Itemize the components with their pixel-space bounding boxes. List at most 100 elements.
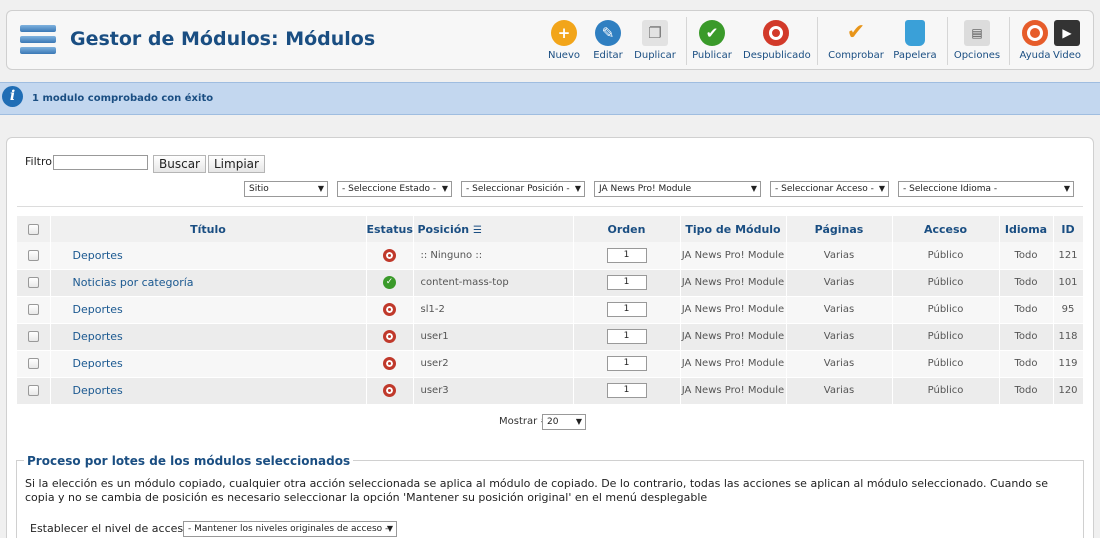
header-pages[interactable]: Páginas bbox=[786, 216, 893, 242]
trash-button[interactable]: Papelera bbox=[884, 17, 946, 67]
row-order-cell: 1 bbox=[573, 242, 681, 270]
module-type-select-value: JA News Pro! Module bbox=[599, 184, 692, 194]
state-select[interactable]: - Seleccione Estado - ▼ bbox=[337, 181, 452, 197]
search-button[interactable]: Buscar bbox=[153, 155, 206, 173]
module-title-link[interactable]: Deportes bbox=[51, 303, 123, 316]
check-in-button[interactable]: ✔ Comprobar bbox=[821, 17, 891, 67]
row-checkbox[interactable] bbox=[27, 303, 39, 315]
row-position: user2 bbox=[413, 350, 574, 378]
system-message: i 1 modulo comprobado con éxito bbox=[0, 82, 1100, 115]
row-checkbox[interactable] bbox=[27, 249, 39, 261]
chevron-down-icon: ▼ bbox=[1063, 184, 1070, 193]
chevron-down-icon: ▼ bbox=[441, 184, 448, 193]
row-status-cell bbox=[366, 242, 414, 270]
access-select[interactable]: - Seleccionar Acceso - ▼ bbox=[770, 181, 889, 197]
video-button[interactable]: ▶ Video bbox=[1042, 17, 1092, 67]
table-row: Deportes sl1-2 1 JA News Pro! Module Varias P… bbox=[17, 296, 1084, 324]
row-type: JA News Pro! Module bbox=[680, 377, 787, 405]
module-title-link[interactable]: Noticias por categoría bbox=[51, 276, 194, 289]
unpublished-icon[interactable] bbox=[383, 330, 396, 343]
row-title-cell: Deportes bbox=[50, 242, 367, 270]
row-checkbox[interactable] bbox=[27, 330, 39, 342]
trash-label: Papelera bbox=[893, 50, 937, 61]
unpublished-icon[interactable] bbox=[383, 248, 396, 262]
header-language[interactable]: Idioma bbox=[999, 216, 1054, 242]
header-position[interactable]: Posición ☰ bbox=[413, 216, 574, 242]
order-input[interactable]: 1 bbox=[606, 356, 647, 371]
module-title-link[interactable]: Deportes bbox=[51, 357, 123, 370]
limit-select[interactable]: 20 ▼ bbox=[542, 414, 586, 430]
table-row: Noticias por categoría ✓ content-mass-top 1… bbox=[17, 269, 1084, 297]
row-checkbox-cell bbox=[17, 350, 51, 378]
publish-button[interactable]: ✔ Publicar bbox=[681, 17, 743, 67]
module-title-link[interactable]: Deportes bbox=[51, 330, 123, 343]
options-button[interactable]: ▤ Opciones bbox=[946, 17, 1008, 67]
row-title-cell: Deportes bbox=[50, 296, 367, 324]
unpublish-button[interactable]: Despublicado bbox=[743, 17, 811, 67]
header-type[interactable]: Tipo de Módulo bbox=[680, 216, 787, 242]
filter-input[interactable] bbox=[53, 155, 148, 170]
row-id: 120 bbox=[1053, 377, 1084, 405]
client-select[interactable]: Sitio ▼ bbox=[244, 181, 328, 197]
row-pages: Varias bbox=[786, 242, 893, 270]
row-access: Público bbox=[892, 350, 1000, 378]
row-position: sl1-2 bbox=[413, 296, 574, 324]
position-select[interactable]: - Seleccionar Posición - ▼ bbox=[461, 181, 585, 197]
row-id: 118 bbox=[1053, 323, 1084, 351]
info-icon: i bbox=[2, 86, 23, 107]
unpublished-icon[interactable] bbox=[383, 384, 396, 397]
order-input[interactable]: 1 bbox=[606, 383, 647, 398]
row-order-cell: 1 bbox=[573, 350, 681, 378]
module-type-select[interactable]: JA News Pro! Module ▼ bbox=[594, 181, 761, 197]
row-access: Público bbox=[892, 269, 1000, 297]
order-input[interactable]: 1 bbox=[606, 275, 647, 290]
copy-icon: ❐ bbox=[642, 20, 668, 46]
row-checkbox-cell bbox=[17, 296, 51, 324]
unpublished-icon[interactable] bbox=[383, 303, 396, 316]
row-checkbox[interactable] bbox=[27, 276, 39, 288]
clear-button[interactable]: Limpiar bbox=[208, 155, 265, 173]
published-icon[interactable]: ✓ bbox=[383, 276, 396, 289]
order-input[interactable]: 1 bbox=[606, 302, 647, 317]
row-checkbox[interactable] bbox=[27, 384, 39, 396]
header-title[interactable]: Título bbox=[50, 216, 367, 242]
header-id[interactable]: ID bbox=[1053, 216, 1084, 242]
toolbar-header: Gestor de Módulos: Módulos + Nuevo ✎ Edi… bbox=[6, 10, 1094, 70]
row-id: 119 bbox=[1053, 350, 1084, 378]
pencil-icon: ✎ bbox=[595, 20, 621, 46]
language-select[interactable]: - Seleccione Idioma - ▼ bbox=[898, 181, 1074, 197]
table-row: Deportes user3 1 JA News Pro! Module Varias P… bbox=[17, 377, 1084, 405]
row-pages: Varias bbox=[786, 323, 893, 351]
client-select-value: Sitio bbox=[249, 184, 269, 194]
row-title-cell: Deportes bbox=[50, 323, 367, 351]
chevron-down-icon: ▼ bbox=[386, 524, 393, 533]
row-checkbox-cell bbox=[17, 242, 51, 270]
row-order-cell: 1 bbox=[573, 377, 681, 405]
table-row: Deportes user2 1 JA News Pro! Module Varias P… bbox=[17, 350, 1084, 378]
header-order[interactable]: Orden bbox=[573, 216, 681, 242]
row-language: Todo bbox=[999, 350, 1054, 378]
checkmark-icon: ✔ bbox=[846, 20, 866, 45]
row-checkbox[interactable] bbox=[27, 357, 39, 369]
row-type: JA News Pro! Module bbox=[680, 350, 787, 378]
modules-table: Título Estatus Posición ☰ Orden Tipo de … bbox=[17, 216, 1084, 405]
sort-icon: ☰ bbox=[472, 224, 482, 236]
unpublished-icon[interactable] bbox=[383, 357, 396, 370]
row-pages: Varias bbox=[786, 377, 893, 405]
header-status[interactable]: Estatus bbox=[366, 216, 414, 242]
row-pages: Varias bbox=[786, 350, 893, 378]
header-access[interactable]: Acceso bbox=[892, 216, 1000, 242]
row-position: content-mass-top bbox=[413, 269, 574, 297]
module-title-link[interactable]: Deportes bbox=[51, 384, 123, 397]
row-type: JA News Pro! Module bbox=[680, 323, 787, 351]
module-title-link[interactable]: Deportes bbox=[51, 249, 123, 262]
order-input[interactable]: 1 bbox=[606, 247, 647, 263]
select-all-checkbox[interactable] bbox=[27, 224, 39, 235]
row-language: Todo bbox=[999, 242, 1054, 270]
order-input[interactable]: 1 bbox=[606, 329, 647, 344]
duplicate-button[interactable]: ❐ Duplicar bbox=[624, 17, 686, 67]
video-label: Video bbox=[1052, 50, 1082, 61]
batch-access-select[interactable]: - Mantener los niveles originales de acc… bbox=[183, 521, 397, 537]
unpublish-icon bbox=[763, 20, 789, 46]
state-select-value: - Seleccione Estado - bbox=[342, 184, 437, 194]
